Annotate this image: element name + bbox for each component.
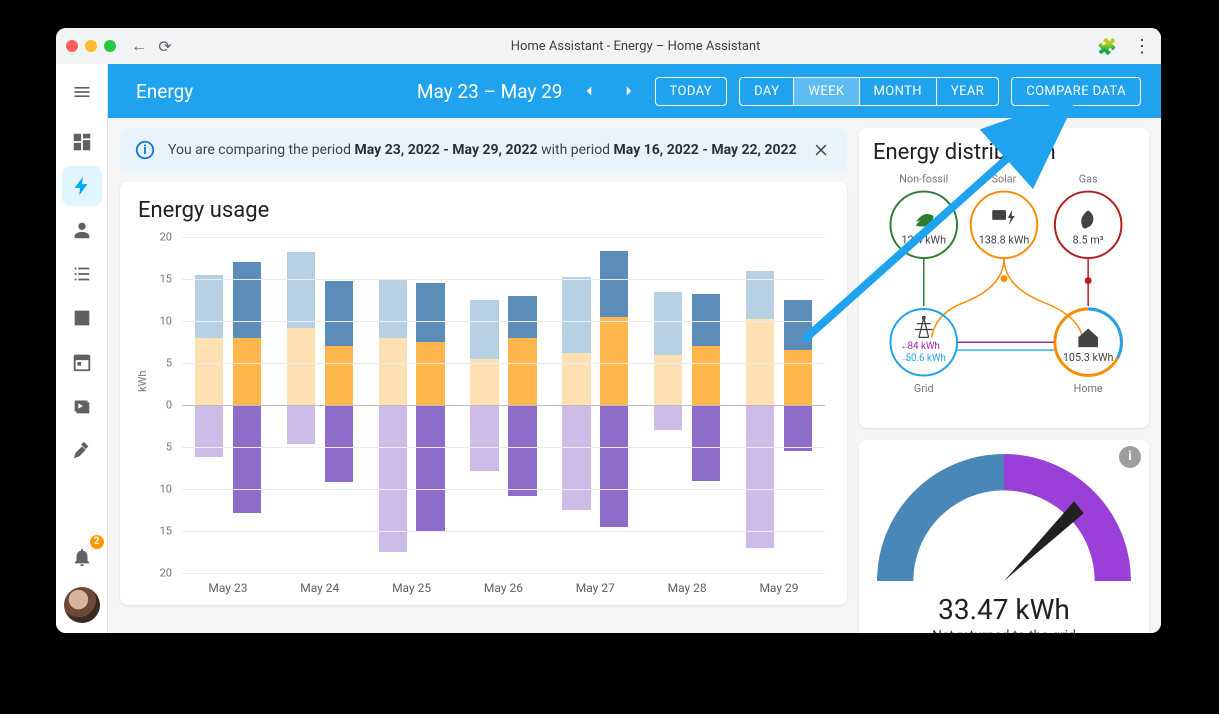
chart-title: Energy usage [138,198,835,223]
svg-text:i: i [143,143,146,158]
svg-text:Solar: Solar [992,173,1017,186]
notification-badge: 2 [90,535,104,549]
browser-chrome: ← ⟳ Home Assistant - Energy – Home Assis… [56,28,1161,64]
svg-text:50.6 kWh: 50.6 kWh [905,353,945,364]
svg-text:8.5 m³: 8.5 m³ [1073,233,1104,246]
energy-usage-card: Energy usage kWh May 23May 24May 25May 2… [120,182,847,605]
net-gauge-card: i 33.47 kWh Net returned to the grid [859,440,1149,633]
y-tick: 10 [132,483,172,496]
gauge-info-icon[interactable]: i [1119,446,1141,468]
sidebar-item-people[interactable] [62,210,102,250]
x-tick: May 23 [182,581,274,595]
sidebar-item-overview[interactable] [62,122,102,162]
y-tick: 5 [132,441,172,454]
svg-text:138.8 kWh: 138.8 kWh [979,233,1030,246]
svg-text:Grid: Grid [914,382,934,395]
menu-toggle-icon[interactable] [62,72,102,112]
user-avatar[interactable] [64,587,100,623]
sidebar: 2 [56,64,108,633]
banner-text: You are comparing the period May 23, 202… [168,142,797,158]
seg-day[interactable]: DAY [740,78,793,105]
info-icon: i [134,139,156,161]
today-button[interactable]: TODAY [655,77,728,106]
svg-text:12.4 kWh: 12.4 kWh [901,233,946,246]
y-tick: 20 [132,567,172,580]
reload-icon[interactable]: ⟳ [156,37,174,56]
compare-banner: i You are comparing the period May 23, 2… [120,128,847,172]
y-tick: 20 [132,231,172,244]
maximize-window-icon[interactable] [104,40,116,52]
period-segment: DAY WEEK MONTH YEAR [739,77,999,106]
x-tick: May 27 [549,581,641,595]
energy-distribution-card: Energy distribution Non-fossil Solar Gas… [859,128,1149,428]
x-tick: May 26 [458,581,550,595]
prev-period-icon[interactable] [575,77,603,105]
back-icon[interactable]: ← [130,36,148,56]
seg-week[interactable]: WEEK [793,78,858,105]
minimize-window-icon[interactable] [85,40,97,52]
x-tick: May 29 [733,581,825,595]
compare-data-button[interactable]: COMPARE DATA [1011,77,1141,106]
seg-month[interactable]: MONTH [859,78,936,105]
x-tick: May 28 [641,581,733,595]
distribution-title: Energy distribution [873,140,1141,165]
y-axis-label: kWh [136,371,149,392]
page-title: Energy [136,80,193,103]
svg-text:Non-fossil: Non-fossil [899,173,948,186]
close-window-icon[interactable] [66,40,78,52]
notifications-icon[interactable]: 2 [62,537,102,577]
sidebar-item-media[interactable] [62,386,102,426]
svg-text:Gas: Gas [1079,173,1098,186]
sidebar-item-calendar[interactable] [62,342,102,382]
y-tick: 5 [132,357,172,370]
toolbar: Energy May 23 – May 29 TODAY DAY WEEK MO… [108,64,1161,118]
date-range-label: May 23 – May 29 [417,80,563,103]
sidebar-item-todo[interactable] [62,254,102,294]
y-tick: 15 [132,525,172,538]
close-banner-icon[interactable] [809,138,833,162]
browser-menu-icon[interactable]: ⋮ [1133,36,1151,57]
svg-text:84 kWh: 84 kWh [908,341,940,352]
seg-year[interactable]: YEAR [936,78,998,105]
gauge-value: 33.47 kWh [871,593,1137,626]
sidebar-item-devtools[interactable] [62,430,102,470]
extensions-icon[interactable]: 🧩 [1097,37,1117,56]
distribution-diagram: Non-fossil Solar Gas 12.4 kWh 138.8 kWh [867,171,1141,416]
tab-title: Home Assistant - Energy – Home Assistant [182,39,1089,54]
y-tick: 15 [132,273,172,286]
svg-text:Home: Home [1074,382,1103,395]
svg-text:105.3 kWh: 105.3 kWh [1063,351,1114,364]
y-tick: 0 [132,399,172,412]
leaf-icon [916,214,934,227]
window-controls[interactable] [66,40,116,52]
solar-icon [992,210,1015,225]
next-period-icon[interactable] [615,77,643,105]
x-tick: May 24 [274,581,366,595]
energy-usage-chart: kWh May 23May 24May 25May 26May 27May 28… [132,227,835,597]
gauge-chart [871,448,1137,593]
y-tick: 10 [132,315,172,328]
flame-icon [1081,210,1093,228]
grid-icon [915,316,933,338]
sidebar-item-energy[interactable] [62,166,102,206]
gauge-subtitle: Net returned to the grid [871,628,1137,633]
sidebar-item-history[interactable] [62,298,102,338]
x-tick: May 25 [366,581,458,595]
